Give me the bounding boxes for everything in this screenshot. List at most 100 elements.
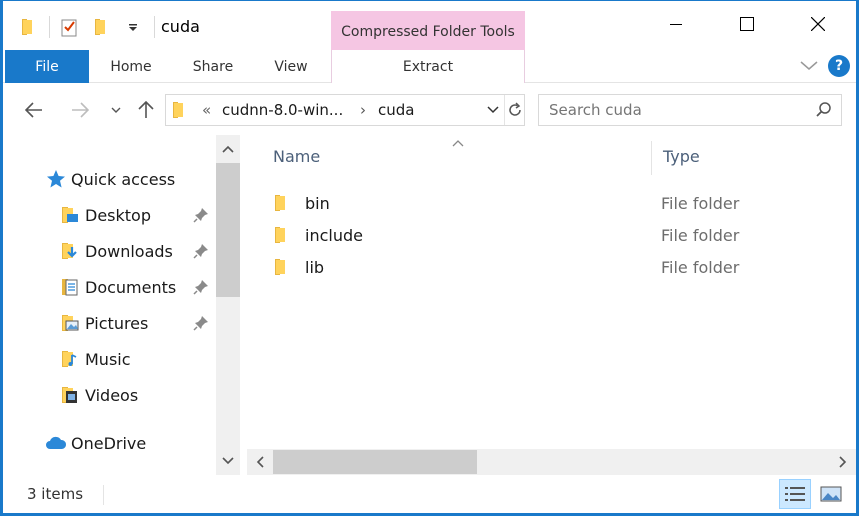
address-bar[interactable]: « cudnn-8.0-win... › cuda bbox=[165, 94, 525, 126]
nav-pictures[interactable]: Pictures bbox=[59, 307, 148, 339]
breadcrumb-cudnn[interactable]: cudnn-8.0-win... bbox=[222, 101, 343, 119]
item-count: 3 items bbox=[27, 485, 84, 503]
scroll-right-icon[interactable] bbox=[830, 449, 856, 475]
nav-label: OneDrive bbox=[71, 433, 147, 453]
close-button[interactable] bbox=[795, 1, 841, 47]
ribbon-tabs: File Home Share View Extract ? bbox=[3, 50, 856, 83]
ribbon-controls: ? bbox=[800, 55, 850, 77]
file-name: include bbox=[305, 225, 363, 245]
search-input[interactable] bbox=[549, 100, 809, 120]
status-separator bbox=[103, 485, 104, 505]
nav-label: Pictures bbox=[85, 313, 149, 333]
tab-home[interactable]: Home bbox=[99, 50, 163, 83]
tab-extract[interactable]: Extract bbox=[331, 50, 525, 83]
back-button[interactable] bbox=[21, 97, 47, 123]
qat-separator bbox=[49, 16, 50, 38]
nav-downloads[interactable]: Downloads bbox=[59, 235, 173, 267]
folder-icon bbox=[273, 194, 293, 212]
explorer-window: cuda Compressed Folder Tools File Home S… bbox=[2, 0, 857, 514]
file-name: bin bbox=[305, 193, 330, 213]
properties-icon[interactable] bbox=[56, 15, 82, 39]
cloud-icon bbox=[45, 432, 67, 454]
scroll-down-icon[interactable] bbox=[216, 449, 240, 473]
recent-locations-button[interactable] bbox=[103, 97, 129, 123]
nav-vertical-scrollbar[interactable] bbox=[216, 135, 240, 475]
pin-icon[interactable] bbox=[193, 315, 209, 331]
file-type: File folder bbox=[661, 225, 740, 245]
nav-music[interactable]: Music bbox=[59, 343, 131, 375]
nav-videos[interactable]: Videos bbox=[59, 379, 138, 411]
nav-label: Videos bbox=[85, 385, 139, 405]
details-view-icon bbox=[785, 487, 805, 501]
tab-file[interactable]: File bbox=[5, 50, 89, 83]
folder-icon bbox=[273, 258, 293, 276]
refresh-icon[interactable] bbox=[504, 95, 525, 125]
breadcrumb-overflow[interactable]: « bbox=[202, 101, 211, 119]
sort-ascending-icon bbox=[452, 133, 464, 151]
quick-access-toolbar bbox=[15, 15, 161, 39]
column-header-type[interactable]: Type bbox=[663, 147, 700, 166]
file-type: File folder bbox=[661, 257, 740, 277]
breadcrumb-cuda[interactable]: cuda bbox=[378, 101, 414, 119]
new-folder-icon[interactable] bbox=[88, 15, 114, 39]
music-folder-icon bbox=[59, 348, 81, 370]
tab-share[interactable]: Share bbox=[183, 50, 243, 83]
documents-folder-icon bbox=[59, 276, 81, 298]
downloads-folder-icon bbox=[59, 240, 81, 262]
content-horizontal-scrollbar[interactable] bbox=[247, 449, 856, 475]
nav-label: Quick access bbox=[71, 169, 176, 189]
maximize-button[interactable] bbox=[724, 1, 770, 47]
videos-folder-icon bbox=[59, 384, 81, 406]
window-title: cuda bbox=[161, 17, 200, 36]
nav-quick-access[interactable]: Quick access bbox=[45, 163, 175, 195]
nav-label: Downloads bbox=[85, 241, 173, 261]
scroll-up-icon[interactable] bbox=[216, 137, 240, 161]
details-view-button[interactable] bbox=[779, 479, 811, 509]
large-icons-view-button[interactable] bbox=[815, 479, 847, 509]
up-button[interactable] bbox=[133, 97, 159, 123]
column-header-name[interactable]: Name bbox=[273, 147, 320, 166]
file-row-lib[interactable]: lib File folder bbox=[273, 252, 833, 282]
pin-icon[interactable] bbox=[193, 279, 209, 295]
forward-button[interactable] bbox=[67, 97, 93, 123]
nav-label: Documents bbox=[85, 277, 177, 297]
file-type: File folder bbox=[661, 193, 740, 213]
search-icon[interactable] bbox=[815, 101, 833, 123]
file-row-bin[interactable]: bin File folder bbox=[273, 188, 833, 218]
file-list: Name Type bin File folder include File f… bbox=[247, 135, 856, 475]
file-name: lib bbox=[305, 257, 325, 277]
nav-desktop[interactable]: Desktop bbox=[59, 199, 151, 231]
scroll-thumb[interactable] bbox=[273, 450, 477, 474]
minimize-button[interactable] bbox=[653, 1, 699, 47]
large-icons-view-icon bbox=[820, 486, 842, 502]
context-tab-group-label: Compressed Folder Tools bbox=[331, 11, 525, 50]
nav-onedrive[interactable]: OneDrive bbox=[45, 427, 146, 459]
desktop-folder-icon bbox=[59, 204, 81, 226]
customize-qat-icon[interactable] bbox=[120, 15, 146, 39]
status-bar: 3 items bbox=[3, 477, 856, 513]
expand-ribbon-icon[interactable] bbox=[800, 57, 818, 75]
file-row-include[interactable]: include File folder bbox=[273, 220, 833, 250]
address-dropdown-icon[interactable] bbox=[482, 95, 504, 125]
column-divider[interactable] bbox=[651, 141, 652, 175]
scroll-thumb[interactable] bbox=[216, 163, 240, 297]
help-icon[interactable]: ? bbox=[828, 55, 850, 77]
address-row: « cudnn-8.0-win... › cuda bbox=[3, 89, 856, 131]
tab-view[interactable]: View bbox=[263, 50, 319, 83]
folder-icon[interactable] bbox=[15, 15, 41, 39]
nav-documents[interactable]: Documents bbox=[59, 271, 176, 303]
scroll-left-icon[interactable] bbox=[247, 449, 273, 475]
folder-icon bbox=[172, 101, 186, 123]
pictures-folder-icon bbox=[59, 312, 81, 334]
breadcrumb-separator[interactable]: › bbox=[360, 101, 366, 119]
nav-label: Desktop bbox=[85, 205, 151, 225]
search-box[interactable] bbox=[538, 94, 842, 126]
navigation-pane: Quick access Desktop Downloads Documents bbox=[3, 135, 243, 475]
title-bar: cuda Compressed Folder Tools bbox=[3, 1, 856, 50]
qat-separator bbox=[154, 16, 155, 38]
pin-icon[interactable] bbox=[193, 243, 209, 259]
folder-icon bbox=[273, 226, 293, 244]
star-icon bbox=[45, 168, 67, 190]
pin-icon[interactable] bbox=[193, 207, 209, 223]
nav-label: Music bbox=[85, 349, 131, 369]
